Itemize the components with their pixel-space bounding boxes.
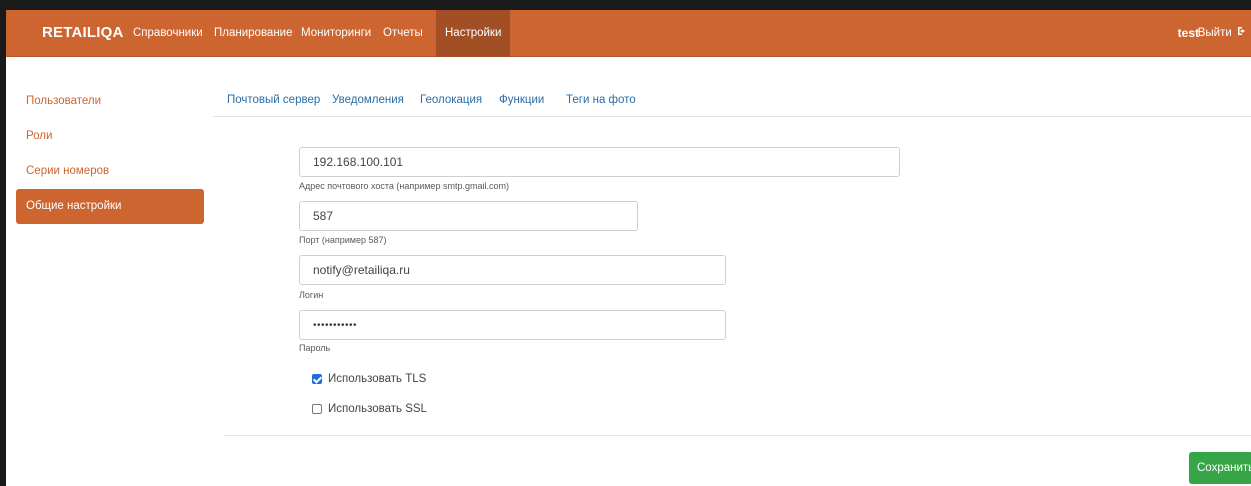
nav-item-planning[interactable]: Планирование — [207, 10, 299, 57]
tab-mail-server[interactable]: Почтовый сервер — [227, 84, 320, 117]
nav-item-directories[interactable]: Справочники — [126, 10, 210, 57]
logout-button[interactable]: Выйти — [1198, 10, 1247, 57]
nav-item-settings[interactable]: Настройки — [436, 10, 511, 57]
window-frame — [0, 0, 1251, 486]
port-input[interactable] — [299, 201, 638, 231]
nav-item-monitoring[interactable]: Мониторинги — [294, 10, 378, 57]
password-input[interactable] — [299, 310, 726, 340]
form-divider — [224, 435, 1251, 436]
login-help: Логин — [299, 290, 324, 300]
tab-geolocation[interactable]: Геолокация — [420, 84, 482, 117]
brand-logo[interactable]: RETAILIQA — [42, 24, 124, 41]
settings-tabs: Почтовый сервер Уведомления Геолокация Ф… — [213, 84, 1251, 117]
login-input[interactable] — [299, 255, 726, 285]
tab-notifications[interactable]: Уведомления — [332, 84, 404, 117]
logout-label: Выйти — [1197, 27, 1232, 39]
tab-functions[interactable]: Функции — [499, 84, 544, 117]
port-help: Порт (например 587) — [299, 235, 387, 245]
sidebar-item-general-settings[interactable]: Общие настройки — [16, 189, 204, 224]
tls-label: Использовать TLS — [328, 373, 427, 385]
sign-out-icon — [1237, 10, 1247, 57]
ssl-checkbox[interactable] — [312, 404, 322, 414]
sidebar: Пользователи Роли Серии номеров Общие на… — [16, 84, 204, 224]
tab-photo-tags[interactable]: Теги на фото — [566, 84, 636, 117]
nav-item-reports[interactable]: Отчеты — [376, 10, 430, 57]
tls-checkbox-row[interactable]: Использовать TLS — [312, 371, 426, 387]
sidebar-item-number-series[interactable]: Серии номеров — [16, 154, 204, 189]
sidebar-item-users[interactable]: Пользователи — [16, 84, 204, 119]
tls-checkbox[interactable] — [312, 374, 322, 384]
user-name: test — [1177, 26, 1199, 40]
top-navbar: RETAILIQA Справочники Планирование Монит… — [6, 10, 1251, 57]
save-button[interactable]: Сохранить — [1189, 452, 1251, 484]
ssl-label: Использовать SSL — [328, 403, 427, 415]
ssl-checkbox-row[interactable]: Использовать SSL — [312, 401, 427, 417]
mail-host-input[interactable] — [299, 147, 900, 177]
sidebar-item-roles[interactable]: Роли — [16, 119, 204, 154]
password-help: Пароль — [299, 343, 331, 353]
mail-host-help: Адрес почтового хоста (например smtp.gma… — [299, 181, 509, 191]
